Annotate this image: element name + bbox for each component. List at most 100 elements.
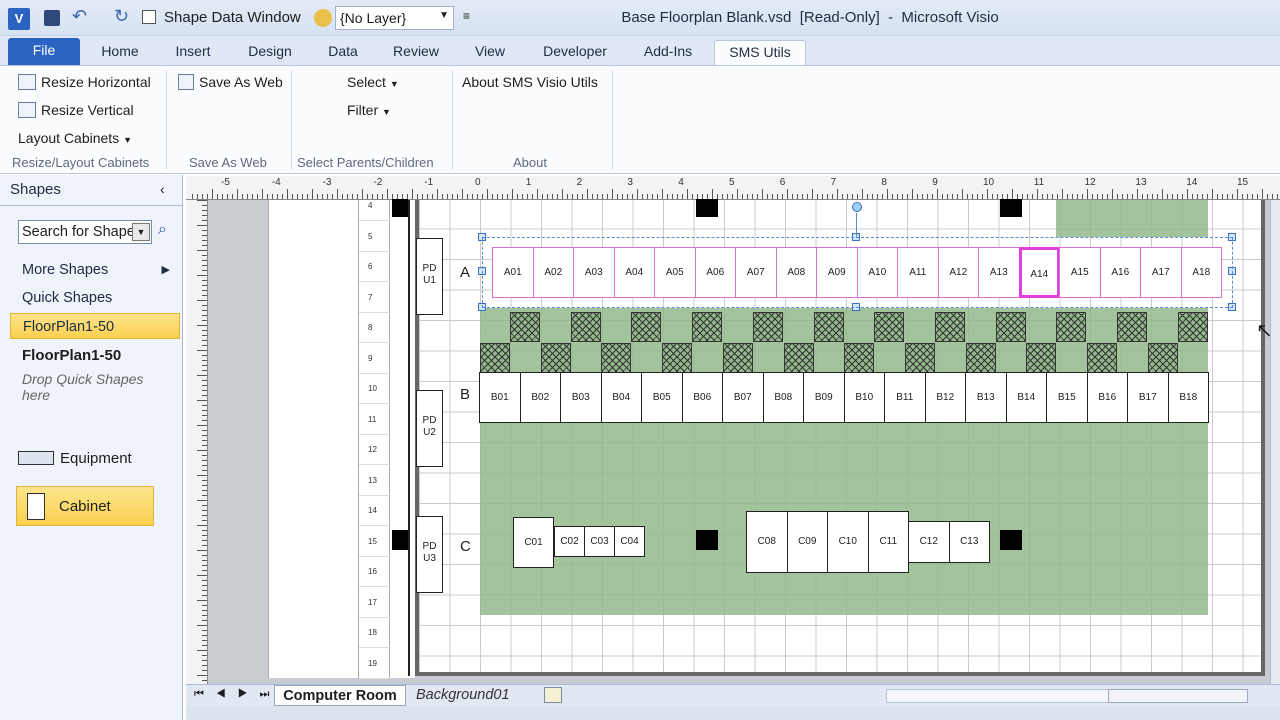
cabinet-c02[interactable]: C02 (554, 526, 585, 557)
more-shapes-item[interactable]: More Shapes ▶ (10, 257, 180, 283)
tab-developer[interactable]: Developer (532, 40, 618, 65)
layer-select[interactable]: {No Layer} ▼ (335, 6, 454, 30)
layout-cabinets-label: Layout Cabinets (18, 130, 120, 146)
dropdown-arrow-icon: ▼ (389, 79, 399, 89)
tab-insert[interactable]: Insert (164, 40, 222, 65)
about-sms-button[interactable]: About SMS Visio Utils (462, 74, 598, 90)
cabinet-c11[interactable]: C11 (867, 511, 909, 573)
cabinet-b05[interactable]: B05 (641, 372, 683, 423)
undo-icon[interactable]: ↶ (72, 6, 87, 27)
shape-data-checkbox[interactable] (142, 10, 156, 24)
search-placeholder: Search for Shapes (22, 224, 143, 240)
tab-add-ins[interactable]: Add-Ins (634, 40, 702, 65)
stencil-title: FloorPlan1-50 (22, 347, 122, 364)
select-button[interactable]: Select ▼ (347, 74, 399, 90)
ruler-tick-label: 10 (983, 177, 995, 188)
cabinet-c01[interactable]: C01 (513, 517, 554, 568)
row-scale-label: 17 (368, 597, 377, 607)
row-scale-label: 4 (368, 201, 373, 210)
cabinet-b03[interactable]: B03 (560, 372, 602, 423)
cabinet-c04[interactable]: C04 (614, 526, 645, 557)
cabinet-c10[interactable]: C10 (827, 511, 869, 573)
cabinet-b12[interactable]: B12 (924, 372, 966, 423)
redo-icon[interactable]: ↻ (114, 6, 129, 27)
page-tab-background[interactable]: Background01 (416, 687, 510, 703)
cabinet-b16[interactable]: B16 (1086, 372, 1128, 423)
search-icon[interactable]: ⌕ (158, 221, 167, 239)
ruler-tick-label: 14 (1186, 177, 1198, 188)
cabinet-b14[interactable]: B14 (1005, 372, 1047, 423)
resize-horizontal-button[interactable]: Resize Horizontal (18, 74, 151, 90)
chevron-right-icon: ▶ (161, 264, 170, 276)
row-scale-label: 5 (368, 231, 373, 241)
cabinet-b07[interactable]: B07 (722, 372, 764, 423)
cabinet-b09[interactable]: B09 (803, 372, 845, 423)
selection-frame[interactable] (482, 237, 1233, 308)
collapse-pane-icon[interactable]: ‹ (160, 181, 165, 197)
pdu-1[interactable]: PD U1 (416, 238, 443, 315)
cabinet-b18[interactable]: B18 (1167, 372, 1209, 423)
pdu-2[interactable]: PD U2 (416, 390, 443, 467)
ruler-tick-label: 9 (932, 177, 938, 188)
scrollbar-thumb[interactable] (1108, 689, 1248, 703)
equipment-shape-icon (18, 451, 54, 465)
layer-value: {No Layer} (340, 10, 407, 26)
tab-data[interactable]: Data (318, 40, 368, 65)
filter-button[interactable]: Filter ▼ (347, 102, 391, 118)
cabinet-b06[interactable]: B06 (681, 372, 723, 423)
page-tab-computer-room[interactable]: Computer Room (274, 685, 406, 706)
cabinet-b13[interactable]: B13 (965, 372, 1007, 423)
cabinet-b01[interactable]: B01 (479, 372, 521, 423)
page-nav-icons[interactable]: ⏮◀▶⏭ (194, 688, 281, 701)
rotation-handle[interactable] (852, 202, 862, 212)
stencil-tab-floorplan[interactable]: FloorPlan1-50 (10, 313, 180, 339)
cabinet-c08[interactable]: C08 (746, 511, 788, 573)
save-icon[interactable] (44, 10, 60, 26)
chevron-down-icon[interactable]: ▼ (132, 223, 150, 241)
ruler-tick-label: 1 (525, 177, 532, 188)
resize-horizontal-label: Resize Horizontal (41, 74, 151, 90)
cabinet-b17[interactable]: B17 (1127, 372, 1169, 423)
row-scale-label: 8 (368, 323, 373, 332)
tab-home[interactable]: Home (92, 40, 148, 65)
pillar (1000, 530, 1022, 550)
tab-view[interactable]: View (464, 40, 516, 65)
cabinet-b04[interactable]: B04 (600, 372, 642, 423)
cabinet-item[interactable]: Cabinet (16, 486, 154, 526)
vertical-scrollbar[interactable] (1270, 200, 1280, 684)
tab-review[interactable]: Review (384, 40, 448, 65)
hatched-floor-tile (934, 312, 965, 342)
hatched-floor-tile (601, 343, 632, 373)
ruler-tick-label: 0 (475, 177, 481, 188)
cabinet-b02[interactable]: B02 (519, 372, 561, 423)
cabinet-label: Cabinet (59, 498, 111, 515)
insert-page-icon[interactable] (544, 687, 562, 703)
layout-cabinets-button[interactable]: Layout Cabinets ▼ (18, 130, 132, 146)
quick-shapes-item[interactable]: Quick Shapes (10, 285, 180, 311)
cabinet-c03[interactable]: C03 (584, 526, 615, 557)
customize-icon[interactable]: ≡ (463, 9, 470, 23)
cabinet-c12[interactable]: C12 (908, 521, 950, 563)
hatched-floor-tile (540, 343, 571, 373)
tab-design[interactable]: Design (238, 40, 302, 65)
cabinet-b15[interactable]: B15 (1046, 372, 1088, 423)
resize-vertical-button[interactable]: Resize Vertical (18, 102, 134, 118)
cabinet-b11[interactable]: B11 (884, 372, 926, 423)
equipment-item[interactable]: Equipment (60, 450, 132, 467)
visio-logo-icon[interactable]: V (8, 8, 30, 30)
cabinet-c09[interactable]: C09 (786, 511, 828, 573)
cabinet-b08[interactable]: B08 (762, 372, 804, 423)
tab-sms-utils[interactable]: SMS Utils (714, 40, 806, 65)
group-separator (291, 70, 292, 170)
vertical-ruler[interactable] (186, 200, 208, 684)
cabinet-b10[interactable]: B10 (843, 372, 885, 423)
row-scale-label: 11 (368, 414, 377, 424)
pdu-3[interactable]: PD U3 (416, 516, 443, 593)
row-scale-label: 14 (368, 506, 377, 515)
save-as-web-button[interactable]: Save As Web (178, 74, 283, 90)
tab-file[interactable]: File (8, 38, 80, 65)
hatched-floor-tile (662, 343, 693, 373)
cabinet-c13[interactable]: C13 (948, 521, 990, 563)
horizontal-ruler[interactable]: -5 -4 -3 -2 -1 0 1 2 3 4 5 6 7 8 9 10 11 12 13 14 15 (186, 176, 1280, 200)
pillar (696, 530, 718, 550)
